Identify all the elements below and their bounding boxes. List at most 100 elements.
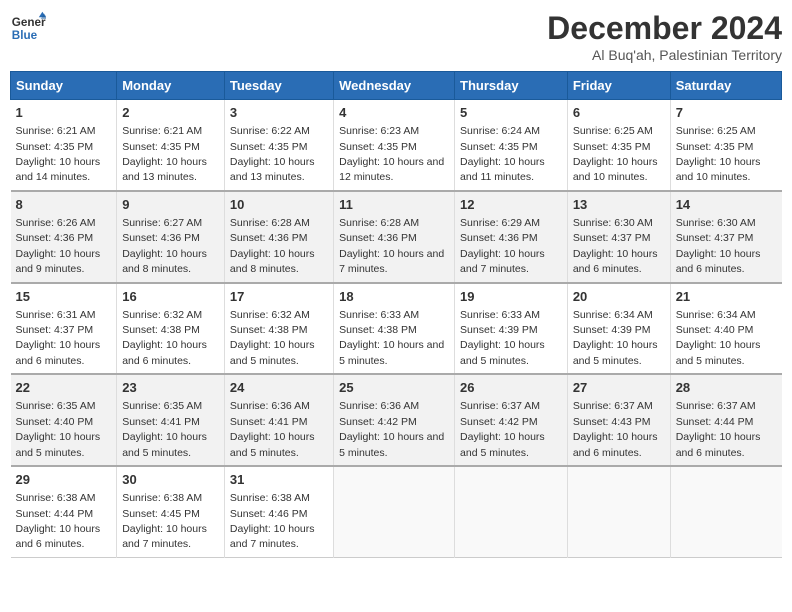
main-title: December 2024	[547, 10, 782, 47]
day-number: 13	[573, 196, 665, 214]
day-info: Sunrise: 6:29 AMSunset: 4:36 PMDaylight:…	[460, 217, 545, 275]
day-info: Sunrise: 6:36 AMSunset: 4:42 PMDaylight:…	[339, 400, 444, 458]
day-info: Sunrise: 6:38 AMSunset: 4:45 PMDaylight:…	[122, 492, 207, 550]
subtitle: Al Buq'ah, Palestinian Territory	[547, 47, 782, 63]
calendar-cell: 15 Sunrise: 6:31 AMSunset: 4:37 PMDaylig…	[11, 283, 117, 375]
calendar-cell: 17 Sunrise: 6:32 AMSunset: 4:38 PMDaylig…	[224, 283, 333, 375]
day-number: 11	[339, 196, 449, 214]
calendar-cell	[334, 466, 455, 557]
calendar-cell: 10 Sunrise: 6:28 AMSunset: 4:36 PMDaylig…	[224, 191, 333, 283]
day-info: Sunrise: 6:28 AMSunset: 4:36 PMDaylight:…	[230, 217, 315, 275]
column-header-tuesday: Tuesday	[224, 72, 333, 100]
day-info: Sunrise: 6:38 AMSunset: 4:44 PMDaylight:…	[16, 492, 101, 550]
day-info: Sunrise: 6:38 AMSunset: 4:46 PMDaylight:…	[230, 492, 315, 550]
day-info: Sunrise: 6:37 AMSunset: 4:44 PMDaylight:…	[676, 400, 761, 458]
logo: General Blue	[10, 10, 46, 46]
day-info: Sunrise: 6:27 AMSunset: 4:36 PMDaylight:…	[122, 217, 207, 275]
week-row-2: 8 Sunrise: 6:26 AMSunset: 4:36 PMDayligh…	[11, 191, 782, 283]
day-number: 29	[16, 471, 112, 489]
svg-text:General: General	[12, 16, 46, 29]
day-number: 22	[16, 379, 112, 397]
day-info: Sunrise: 6:28 AMSunset: 4:36 PMDaylight:…	[339, 217, 444, 275]
day-number: 31	[230, 471, 328, 489]
calendar-cell: 29 Sunrise: 6:38 AMSunset: 4:44 PMDaylig…	[11, 466, 117, 557]
day-number: 8	[16, 196, 112, 214]
day-number: 12	[460, 196, 562, 214]
svg-text:Blue: Blue	[12, 29, 38, 42]
day-number: 16	[122, 288, 219, 306]
day-number: 28	[676, 379, 777, 397]
day-info: Sunrise: 6:24 AMSunset: 4:35 PMDaylight:…	[460, 125, 545, 183]
day-number: 24	[230, 379, 328, 397]
calendar-cell: 27 Sunrise: 6:37 AMSunset: 4:43 PMDaylig…	[567, 374, 670, 466]
day-number: 7	[676, 104, 777, 122]
calendar-cell: 18 Sunrise: 6:33 AMSunset: 4:38 PMDaylig…	[334, 283, 455, 375]
day-info: Sunrise: 6:30 AMSunset: 4:37 PMDaylight:…	[573, 217, 658, 275]
column-header-thursday: Thursday	[455, 72, 568, 100]
day-info: Sunrise: 6:33 AMSunset: 4:38 PMDaylight:…	[339, 309, 444, 367]
calendar-cell: 30 Sunrise: 6:38 AMSunset: 4:45 PMDaylig…	[117, 466, 225, 557]
column-header-monday: Monday	[117, 72, 225, 100]
header-row: SundayMondayTuesdayWednesdayThursdayFrid…	[11, 72, 782, 100]
day-number: 30	[122, 471, 219, 489]
day-number: 6	[573, 104, 665, 122]
day-number: 27	[573, 379, 665, 397]
week-row-5: 29 Sunrise: 6:38 AMSunset: 4:44 PMDaylig…	[11, 466, 782, 557]
day-info: Sunrise: 6:21 AMSunset: 4:35 PMDaylight:…	[16, 125, 101, 183]
calendar-cell	[567, 466, 670, 557]
day-info: Sunrise: 6:37 AMSunset: 4:43 PMDaylight:…	[573, 400, 658, 458]
calendar-cell: 3 Sunrise: 6:22 AMSunset: 4:35 PMDayligh…	[224, 100, 333, 191]
column-header-friday: Friday	[567, 72, 670, 100]
calendar-cell: 24 Sunrise: 6:36 AMSunset: 4:41 PMDaylig…	[224, 374, 333, 466]
day-number: 25	[339, 379, 449, 397]
calendar-cell: 28 Sunrise: 6:37 AMSunset: 4:44 PMDaylig…	[670, 374, 781, 466]
column-header-wednesday: Wednesday	[334, 72, 455, 100]
day-info: Sunrise: 6:31 AMSunset: 4:37 PMDaylight:…	[16, 309, 101, 367]
day-info: Sunrise: 6:23 AMSunset: 4:35 PMDaylight:…	[339, 125, 444, 183]
day-number: 4	[339, 104, 449, 122]
page-header: General Blue December 2024 Al Buq'ah, Pa…	[10, 10, 782, 63]
day-info: Sunrise: 6:35 AMSunset: 4:40 PMDaylight:…	[16, 400, 101, 458]
calendar-cell: 22 Sunrise: 6:35 AMSunset: 4:40 PMDaylig…	[11, 374, 117, 466]
day-info: Sunrise: 6:26 AMSunset: 4:36 PMDaylight:…	[16, 217, 101, 275]
calendar-cell: 9 Sunrise: 6:27 AMSunset: 4:36 PMDayligh…	[117, 191, 225, 283]
calendar-cell: 12 Sunrise: 6:29 AMSunset: 4:36 PMDaylig…	[455, 191, 568, 283]
day-number: 15	[16, 288, 112, 306]
day-info: Sunrise: 6:22 AMSunset: 4:35 PMDaylight:…	[230, 125, 315, 183]
day-info: Sunrise: 6:33 AMSunset: 4:39 PMDaylight:…	[460, 309, 545, 367]
day-info: Sunrise: 6:25 AMSunset: 4:35 PMDaylight:…	[676, 125, 761, 183]
calendar-cell: 16 Sunrise: 6:32 AMSunset: 4:38 PMDaylig…	[117, 283, 225, 375]
day-number: 26	[460, 379, 562, 397]
day-number: 17	[230, 288, 328, 306]
day-number: 23	[122, 379, 219, 397]
day-number: 1	[16, 104, 112, 122]
calendar-cell: 4 Sunrise: 6:23 AMSunset: 4:35 PMDayligh…	[334, 100, 455, 191]
day-number: 14	[676, 196, 777, 214]
day-info: Sunrise: 6:34 AMSunset: 4:39 PMDaylight:…	[573, 309, 658, 367]
column-header-sunday: Sunday	[11, 72, 117, 100]
calendar-cell: 8 Sunrise: 6:26 AMSunset: 4:36 PMDayligh…	[11, 191, 117, 283]
calendar-cell: 2 Sunrise: 6:21 AMSunset: 4:35 PMDayligh…	[117, 100, 225, 191]
calendar-cell: 13 Sunrise: 6:30 AMSunset: 4:37 PMDaylig…	[567, 191, 670, 283]
day-info: Sunrise: 6:32 AMSunset: 4:38 PMDaylight:…	[230, 309, 315, 367]
day-number: 10	[230, 196, 328, 214]
day-info: Sunrise: 6:25 AMSunset: 4:35 PMDaylight:…	[573, 125, 658, 183]
calendar-cell: 19 Sunrise: 6:33 AMSunset: 4:39 PMDaylig…	[455, 283, 568, 375]
day-number: 21	[676, 288, 777, 306]
calendar-cell: 23 Sunrise: 6:35 AMSunset: 4:41 PMDaylig…	[117, 374, 225, 466]
day-number: 5	[460, 104, 562, 122]
title-section: December 2024 Al Buq'ah, Palestinian Ter…	[547, 10, 782, 63]
day-info: Sunrise: 6:37 AMSunset: 4:42 PMDaylight:…	[460, 400, 545, 458]
day-number: 20	[573, 288, 665, 306]
week-row-3: 15 Sunrise: 6:31 AMSunset: 4:37 PMDaylig…	[11, 283, 782, 375]
calendar-cell: 7 Sunrise: 6:25 AMSunset: 4:35 PMDayligh…	[670, 100, 781, 191]
day-info: Sunrise: 6:32 AMSunset: 4:38 PMDaylight:…	[122, 309, 207, 367]
day-number: 3	[230, 104, 328, 122]
week-row-1: 1 Sunrise: 6:21 AMSunset: 4:35 PMDayligh…	[11, 100, 782, 191]
day-number: 2	[122, 104, 219, 122]
day-info: Sunrise: 6:21 AMSunset: 4:35 PMDaylight:…	[122, 125, 207, 183]
calendar-cell: 31 Sunrise: 6:38 AMSunset: 4:46 PMDaylig…	[224, 466, 333, 557]
calendar-cell: 21 Sunrise: 6:34 AMSunset: 4:40 PMDaylig…	[670, 283, 781, 375]
calendar-cell: 25 Sunrise: 6:36 AMSunset: 4:42 PMDaylig…	[334, 374, 455, 466]
calendar-cell: 20 Sunrise: 6:34 AMSunset: 4:39 PMDaylig…	[567, 283, 670, 375]
